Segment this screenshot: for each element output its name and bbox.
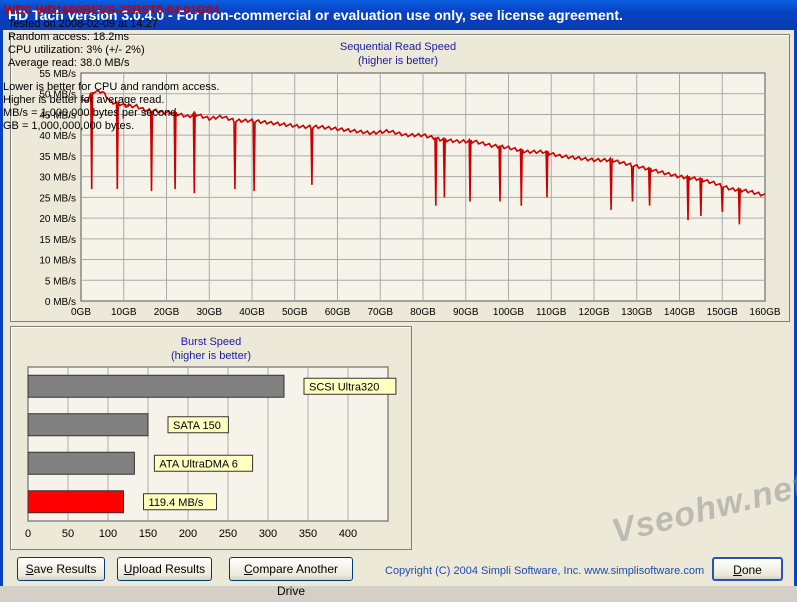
- compare-another-drive-button[interactable]: Compare Another Drive: [229, 557, 353, 598]
- note-line: Higher is better for average read.: [3, 94, 165, 106]
- x-tick-label: 250: [219, 528, 237, 540]
- average-read: Average read: 38.0 MB/s: [8, 57, 130, 69]
- save-label: ave Results: [33, 562, 97, 576]
- x-tick-label: 150GB: [707, 307, 738, 318]
- bar: [27, 490, 125, 514]
- bar-label: ATA UltraDMA 6: [159, 458, 237, 470]
- x-tick-label: 50GB: [282, 307, 308, 318]
- x-tick-label: 20GB: [154, 307, 180, 318]
- y-tick-label: 10 MB/s: [39, 256, 76, 267]
- done-accel-key: D: [733, 563, 742, 577]
- x-tick-label: 130GB: [621, 307, 652, 318]
- compare-label: ompare Another Drive: [252, 562, 339, 598]
- note-line: MB/s = 1,000,000 bytes per second.: [3, 107, 180, 119]
- x-tick-label: 110GB: [536, 307, 567, 318]
- bar-label: SCSI Ultra320: [309, 381, 379, 393]
- y-tick-label: 30 MB/s: [39, 173, 76, 184]
- chart-subtitle: (higher is better): [358, 55, 438, 67]
- chart-subtitle: (higher is better): [171, 350, 251, 362]
- upload-label: pload Results: [132, 562, 206, 576]
- y-tick-label: 25 MB/s: [39, 193, 76, 204]
- chart-title: Sequential Read Speed: [340, 41, 456, 53]
- x-tick-label: 80GB: [410, 307, 436, 318]
- x-tick-label: 200: [179, 528, 197, 540]
- sequential-read-panel: Sequential Read Speed (higher is better) 0…: [10, 34, 790, 322]
- x-tick-label: 90GB: [453, 307, 479, 318]
- note-line: Lower is better for CPU and random acces…: [3, 81, 220, 93]
- bar: [27, 413, 149, 437]
- copyright-text: Copyright (C) 2004 Simpli Software, Inc.…: [385, 565, 705, 577]
- x-tick-label: 400: [339, 528, 357, 540]
- x-tick-label: 60GB: [325, 307, 351, 318]
- x-tick-label: 0: [25, 528, 31, 540]
- y-tick-label: 5 MB/s: [45, 276, 76, 287]
- x-tick-label: 160GB: [749, 307, 780, 318]
- sequential-read-chart: Sequential Read Speed (higher is better) 0…: [39, 41, 781, 318]
- y-tick-label: 40 MB/s: [39, 131, 76, 142]
- bar-label: 119.4 MB/s: [149, 497, 204, 509]
- x-tick-label: 150: [139, 528, 157, 540]
- x-tick-label: 40GB: [239, 307, 265, 318]
- note-line: GB = 1,000,000,000 bytes.: [3, 120, 135, 132]
- bar-label: SATA 150: [173, 420, 221, 432]
- y-tick-label: 20 MB/s: [39, 214, 76, 225]
- burst-speed-chart: Burst Speed (higher is better) 0 50 100 150 20…: [25, 336, 397, 540]
- x-tick-label: 10GB: [111, 307, 137, 318]
- save-accel-key: S: [25, 562, 34, 576]
- y-tick-label: 55 MB/s: [39, 69, 76, 80]
- y-tick-label: 15 MB/s: [39, 235, 76, 246]
- bar: [27, 451, 135, 475]
- x-tick-label: 100: [99, 528, 117, 540]
- x-tick-label: 0GB: [71, 307, 91, 318]
- compare-accel-key: C: [243, 562, 253, 576]
- y-tick-label: 35 MB/s: [39, 152, 76, 163]
- x-tick-label: 140GB: [664, 307, 695, 318]
- cpu-utilization: CPU utilization: 3% (+/- 2%): [8, 44, 145, 56]
- x-tick-label: 100GB: [493, 307, 524, 318]
- upload-results-button[interactable]: Upload Results: [117, 557, 212, 581]
- done-label: one: [741, 563, 762, 577]
- bar: [27, 374, 285, 398]
- chart-title: Burst Speed: [181, 336, 242, 348]
- burst-speed-panel: Burst Speed (higher is better) 0 50 100 150 20…: [10, 326, 412, 550]
- drive-model: WDC WD1600BEVS-22RST0 04.01G04: [4, 3, 220, 17]
- x-tick-label: 50: [62, 528, 74, 540]
- x-tick-label: 120GB: [578, 307, 609, 318]
- x-tick-label: 300: [259, 528, 277, 540]
- random-access: Random access: 18.2ms: [8, 31, 130, 43]
- test-date: Tested on 2008-02-09 at 14:27: [8, 18, 158, 30]
- x-tick-label: 70GB: [367, 307, 393, 318]
- x-tick-label: 350: [299, 528, 317, 540]
- done-button[interactable]: Done: [712, 557, 783, 581]
- x-tick-label: 30GB: [196, 307, 222, 318]
- save-results-button[interactable]: Save Results: [17, 557, 105, 581]
